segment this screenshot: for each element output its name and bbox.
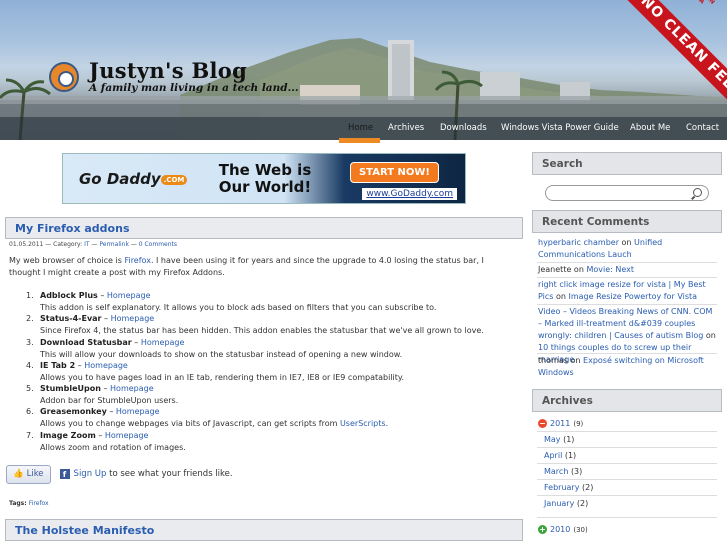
facebook-like-widget: 👍 Like f Sign Up to see what your friends… bbox=[6, 464, 233, 484]
sidebar-search-heading: Search bbox=[532, 152, 722, 175]
comment-post-link[interactable]: Movie: Next bbox=[586, 265, 634, 274]
addon-list: 1. Adblock Plus – Homepage This addon is… bbox=[26, 291, 496, 454]
homepage-link[interactable]: Homepage bbox=[111, 314, 155, 323]
list-item: 5. StumbleUpon – Homepage Addon bar for … bbox=[26, 384, 179, 406]
comment-author-link[interactable]: hyperbaric chamber bbox=[538, 238, 619, 247]
post-title-bar: The Holstee Manifesto bbox=[5, 519, 523, 541]
nav-downloads[interactable]: Downloads bbox=[440, 123, 487, 133]
post-title-link[interactable]: My Firefox addons bbox=[15, 222, 130, 235]
ad-url-link[interactable]: www.GoDaddy.com bbox=[362, 188, 457, 200]
divider bbox=[537, 353, 717, 354]
comment-item: right click image resize for vista | My … bbox=[538, 280, 706, 301]
archive-month[interactable]: January (2) bbox=[544, 499, 588, 508]
comment-author: thomas bbox=[538, 356, 568, 365]
site-tagline: A family man living in a tech land... bbox=[89, 82, 299, 94]
post-tags: Tags: Firefox bbox=[9, 500, 49, 507]
divider bbox=[537, 495, 717, 496]
comments-link[interactable]: 0 Comments bbox=[139, 241, 177, 248]
firefox-link[interactable]: Firefox bbox=[124, 256, 150, 265]
signup-link[interactable]: Sign Up bbox=[74, 469, 107, 479]
divider bbox=[537, 262, 717, 263]
comment-item: thomas on Exposé switching on Microsoft … bbox=[538, 356, 704, 377]
collapse-icon[interactable]: − bbox=[538, 419, 547, 428]
tag-link[interactable]: Firefox bbox=[29, 500, 49, 507]
post-title-bar: My Firefox addons bbox=[5, 217, 523, 239]
search-icon[interactable] bbox=[693, 188, 702, 197]
permalink-link[interactable]: Permalink bbox=[99, 241, 129, 248]
divider bbox=[537, 479, 717, 480]
archive-month[interactable]: April (1) bbox=[544, 451, 576, 460]
divider bbox=[537, 463, 717, 464]
homepage-link[interactable]: Homepage bbox=[107, 291, 151, 300]
nav-archives[interactable]: Archives bbox=[388, 123, 424, 133]
logo-icon[interactable] bbox=[49, 62, 79, 92]
list-item: 3. Download Statusbar – Homepage This wi… bbox=[26, 337, 403, 359]
sidebar-recent-comments-heading: Recent Comments bbox=[532, 210, 722, 233]
ad-start-button[interactable]: START NOW! bbox=[349, 162, 439, 183]
facebook-icon: f bbox=[59, 469, 70, 479]
homepage-link[interactable]: Homepage bbox=[110, 384, 154, 393]
divider bbox=[537, 431, 717, 432]
search-input[interactable] bbox=[545, 185, 709, 201]
comment-author-link[interactable]: Video – Videos Breaking News of CNN. COM… bbox=[538, 307, 712, 340]
like-button[interactable]: 👍 Like bbox=[6, 464, 51, 484]
no-clean-feed-banner[interactable]: NO CLEAN FEED STOP INTERNET CENSORSHIP I… bbox=[619, 0, 727, 110]
archive-month[interactable]: February (2) bbox=[544, 483, 593, 492]
site-title[interactable]: Justyn's Blog bbox=[89, 58, 247, 83]
list-item: 1. Adblock Plus – Homepage This addon is… bbox=[26, 291, 437, 312]
list-item: 6. Greasemonkey – Homepage Allows you to… bbox=[26, 407, 389, 429]
nav-about[interactable]: About Me bbox=[630, 123, 670, 133]
archive-year-2011[interactable]: − 2011 (9) bbox=[538, 419, 583, 428]
userscripts-link[interactable]: UserScripts bbox=[340, 419, 386, 428]
divider bbox=[537, 447, 717, 448]
main-nav: Home Archives Downloads Windows Vista Po… bbox=[0, 117, 727, 140]
divider bbox=[537, 517, 717, 518]
homepage-link[interactable]: Homepage bbox=[141, 338, 185, 347]
sidebar-archives-heading: Archives bbox=[532, 389, 722, 412]
list-item: 2. Status-4-Evar – Homepage Since Firefo… bbox=[26, 314, 484, 336]
comment-post-link[interactable]: Image Resize Powertoy for Vista bbox=[569, 292, 698, 301]
list-item: 4. IE Tab 2 – Homepage Allows you to hav… bbox=[26, 360, 405, 382]
nav-home[interactable]: Home bbox=[348, 123, 373, 133]
homepage-link[interactable]: Homepage bbox=[116, 407, 160, 416]
ad-headline: The Web is Our World! bbox=[218, 161, 312, 196]
post-meta: 01.05.2011 — Category: IT — Permalink — … bbox=[9, 241, 178, 248]
list-item: 7. Image Zoom – Homepage Allows zoom and… bbox=[26, 430, 186, 452]
post-title-link[interactable]: The Holstee Manifesto bbox=[15, 524, 154, 537]
divider bbox=[537, 304, 717, 305]
post-intro: My web browser of choice is Firefox. I h… bbox=[9, 256, 484, 277]
thumbs-up-icon: 👍 bbox=[13, 469, 24, 479]
expand-icon[interactable]: + bbox=[538, 525, 547, 534]
nav-vista-guide[interactable]: Windows Vista Power Guide bbox=[501, 123, 619, 133]
homepage-link[interactable]: Homepage bbox=[84, 361, 128, 370]
sidebar: Search Recent Comments hyperbaric chambe… bbox=[531, 143, 727, 545]
ad-logo: Go Daddy .COM bbox=[79, 170, 188, 188]
homepage-link[interactable]: Homepage bbox=[105, 431, 149, 440]
archive-month[interactable]: May (1) bbox=[544, 435, 574, 444]
comment-item: hyperbaric chamber on Unified Communicat… bbox=[538, 238, 663, 259]
main-content: Go Daddy .COM The Web is Our World! START… bbox=[0, 143, 530, 545]
comment-item: Jeanette on Movie: Next bbox=[538, 265, 634, 274]
nav-contact[interactable]: Contact bbox=[686, 123, 719, 133]
godaddy-ad-banner[interactable]: Go Daddy .COM The Web is Our World! START… bbox=[62, 153, 466, 204]
archive-year-2010[interactable]: + 2010 (30) bbox=[538, 525, 588, 534]
comment-author: Jeanette bbox=[538, 265, 572, 274]
divider bbox=[537, 277, 717, 278]
site-header: Justyn's Blog A family man living in a t… bbox=[0, 0, 727, 140]
archive-month[interactable]: March (3) bbox=[544, 467, 582, 476]
